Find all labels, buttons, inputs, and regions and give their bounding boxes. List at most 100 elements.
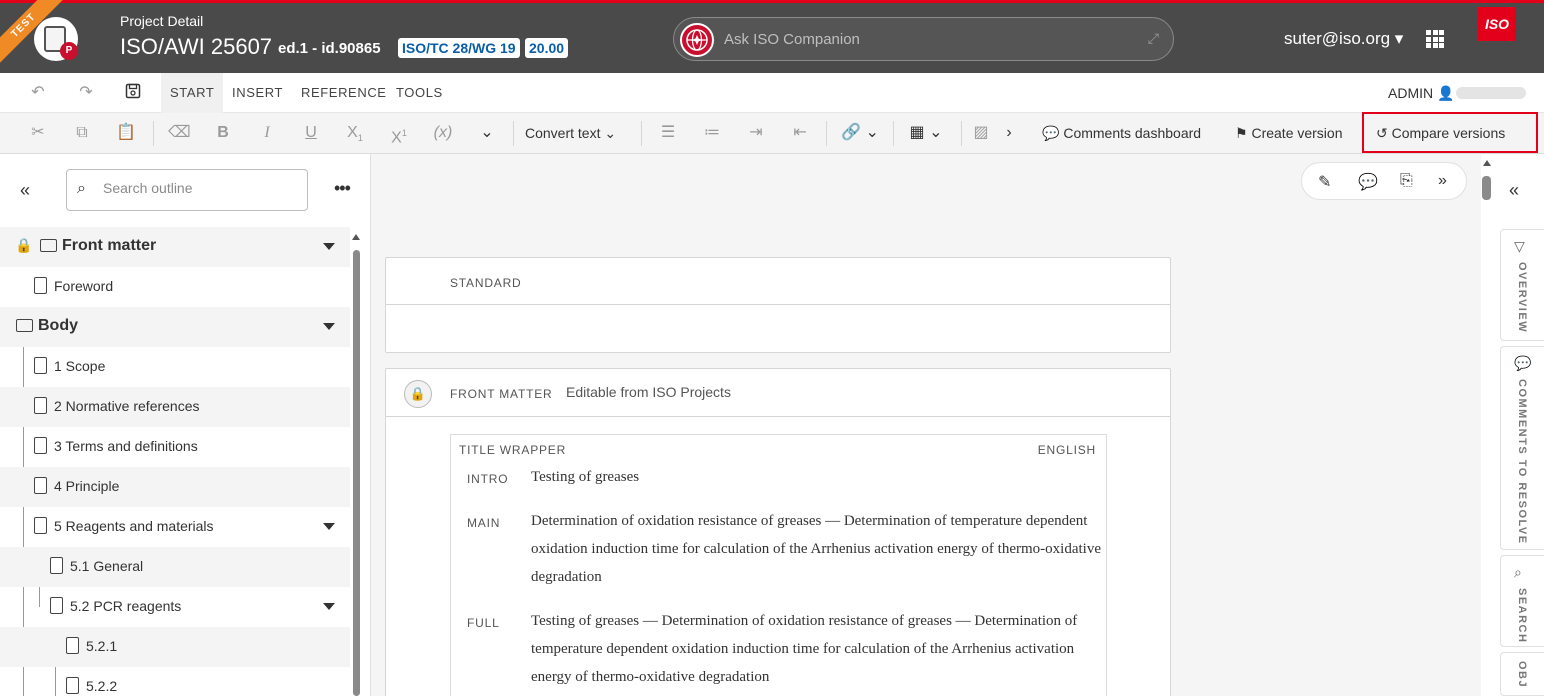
- outline-search[interactable]: ⌕: [66, 169, 308, 211]
- title-wrapper[interactable]: TITLE WRAPPER ENGLISH INTRO Testing of g…: [450, 434, 1107, 696]
- collapse-right-icon[interactable]: «: [1509, 180, 1519, 201]
- paste-icon[interactable]: 📋: [115, 123, 137, 143]
- outline-item-normative-references[interactable]: 2 Normative references: [0, 387, 350, 427]
- full-text[interactable]: Testing of greases — Determination of ox…: [531, 607, 1101, 691]
- caret-down-icon[interactable]: [323, 523, 335, 530]
- intro-label: INTRO: [467, 472, 509, 486]
- chevron-right-icon[interactable]: ›: [998, 123, 1020, 143]
- outline-panel: « ⌕ ••• 🔒 Front matter Foreword Body 1 S…: [0, 154, 371, 696]
- language-label[interactable]: ENGLISH: [1038, 443, 1096, 457]
- p-badge-icon: P: [60, 42, 78, 60]
- image-icon[interactable]: ▨: [970, 123, 992, 143]
- bookmark-icon[interactable]: ⎘: [1400, 172, 1413, 190]
- doc-scrollbar[interactable]: [1482, 176, 1491, 200]
- tab-reference[interactable]: REFERENCE: [292, 73, 396, 113]
- admin-label[interactable]: ADMIN 👤: [1388, 85, 1454, 102]
- ask-companion-input[interactable]: Ask ISO Companion ⤢: [673, 17, 1174, 61]
- caret-down-icon[interactable]: [323, 243, 335, 250]
- file-icon: [34, 477, 47, 494]
- more-options-icon[interactable]: •••: [334, 178, 351, 199]
- main-label: MAIN: [467, 516, 501, 530]
- outline-item-foreword[interactable]: Foreword: [0, 267, 350, 307]
- intro-text[interactable]: Testing of greases: [531, 463, 1101, 491]
- doc-scroll-up[interactable]: [1483, 160, 1491, 166]
- tab-start[interactable]: START: [161, 73, 224, 113]
- more-format-chevron-icon[interactable]: ⌄: [476, 123, 498, 143]
- apps-grid-icon[interactable]: [1426, 30, 1444, 48]
- create-version-button[interactable]: ⚑ Create version: [1235, 123, 1343, 143]
- rail-tab-search[interactable]: ⌕ SEARCH: [1500, 555, 1544, 647]
- project-app-logo[interactable]: P: [34, 17, 78, 61]
- committee-badge[interactable]: ISO/TC 28/WG 19: [398, 38, 520, 58]
- numbered-list-icon[interactable]: ≔: [701, 123, 723, 143]
- comment-icon: 💬: [1514, 355, 1532, 371]
- user-menu[interactable]: suter@iso.org ▾: [1284, 29, 1403, 49]
- outline-item-reagents[interactable]: 5 Reagents and materials: [0, 507, 350, 547]
- expand-icon[interactable]: ⤢: [1148, 30, 1159, 47]
- file-icon: [66, 677, 79, 694]
- title-wrapper-label: TITLE WRAPPER: [459, 443, 567, 457]
- outline-item-body[interactable]: Body: [0, 307, 350, 347]
- outline-item-general[interactable]: 5.1 General: [0, 547, 350, 587]
- indent-icon[interactable]: ⇥: [745, 123, 767, 143]
- folder-icon: [16, 319, 33, 332]
- companion-placeholder: Ask ISO Companion: [724, 31, 860, 48]
- user-icon: 👤: [1437, 85, 1455, 101]
- outline-item-scope[interactable]: 1 Scope: [0, 347, 350, 387]
- lock-icon: 🔒: [404, 380, 432, 408]
- outline-item-front-matter[interactable]: 🔒 Front matter: [0, 227, 350, 267]
- subscript-icon[interactable]: X1: [344, 123, 366, 143]
- caret-down-icon[interactable]: [323, 323, 335, 330]
- search-icon: ⌕: [1514, 564, 1522, 580]
- formula-icon[interactable]: (x): [432, 123, 454, 143]
- bold-icon[interactable]: B: [212, 123, 234, 143]
- outline-search-input[interactable]: [103, 180, 299, 196]
- tab-tools[interactable]: TOOLS: [387, 73, 452, 113]
- main-text[interactable]: Determination of oxidation resistance of…: [531, 507, 1101, 591]
- rail-tab-objects[interactable]: OBJ: [1500, 652, 1544, 696]
- file-icon: [50, 557, 63, 574]
- undo-icon[interactable]: ↶: [28, 83, 48, 103]
- search-icon: ⌕: [77, 180, 86, 197]
- outline-item-principle[interactable]: 4 Principle: [0, 467, 350, 507]
- outline-scroll-up[interactable]: [352, 234, 360, 240]
- link-icon[interactable]: 🔗 ⌄: [838, 123, 882, 143]
- underline-icon[interactable]: U: [300, 123, 322, 143]
- outline-item-5-2-2[interactable]: 5.2.2: [0, 667, 350, 696]
- bullet-list-icon[interactable]: ☰: [657, 123, 679, 143]
- collapse-left-icon[interactable]: «: [20, 180, 30, 201]
- outline-item-pcr-reagents[interactable]: 5.2 PCR reagents: [0, 587, 350, 627]
- comments-dashboard-button[interactable]: 💬 Comments dashboard: [1042, 123, 1201, 143]
- edit-icon[interactable]: ✎: [1318, 172, 1331, 192]
- document-area: ✎ 💬 ⎘ » STANDARD 🔒 FRONT MATTER Editable…: [371, 154, 1481, 696]
- outdent-icon[interactable]: ⇤: [789, 123, 811, 143]
- cut-icon[interactable]: ✂: [27, 123, 49, 143]
- admin-name-redacted: [1456, 87, 1526, 99]
- file-icon: [66, 637, 79, 654]
- companion-globe-icon: [680, 23, 714, 57]
- italic-icon[interactable]: I: [256, 123, 278, 143]
- compare-versions-highlight: [1362, 112, 1538, 153]
- chevron-down-icon: ⌄: [604, 125, 617, 141]
- outline-item-5-2-1[interactable]: 5.2.1: [0, 627, 350, 667]
- copy-icon[interactable]: ⧉: [71, 123, 93, 143]
- standard-card[interactable]: STANDARD: [385, 257, 1171, 353]
- comment-icon: 💬: [1042, 125, 1060, 141]
- eraser-icon[interactable]: ⌫: [168, 123, 191, 143]
- rail-tab-overview[interactable]: ▽ OVERVIEW: [1500, 229, 1544, 341]
- outline-item-terms[interactable]: 3 Terms and definitions: [0, 427, 350, 467]
- editable-note: Editable from ISO Projects: [566, 384, 731, 400]
- comment-icon[interactable]: 💬: [1358, 172, 1378, 192]
- table-icon[interactable]: ▦ ⌄: [904, 123, 948, 143]
- superscript-icon[interactable]: X1: [388, 123, 410, 146]
- outline-scrollbar[interactable]: [353, 250, 360, 696]
- tab-insert[interactable]: INSERT: [223, 73, 292, 113]
- double-chevron-right-icon[interactable]: »: [1438, 172, 1447, 190]
- save-icon[interactable]: [123, 83, 143, 103]
- front-matter-card[interactable]: 🔒 FRONT MATTER Editable from ISO Project…: [385, 368, 1171, 696]
- redo-icon[interactable]: ↷: [76, 83, 96, 103]
- convert-text-button[interactable]: Convert text ⌄: [525, 123, 616, 143]
- caret-down-icon[interactable]: [323, 603, 335, 610]
- stage-badge[interactable]: 20.00: [525, 38, 569, 58]
- rail-tab-comments[interactable]: 💬 COMMENTS TO RESOLVE: [1500, 346, 1544, 550]
